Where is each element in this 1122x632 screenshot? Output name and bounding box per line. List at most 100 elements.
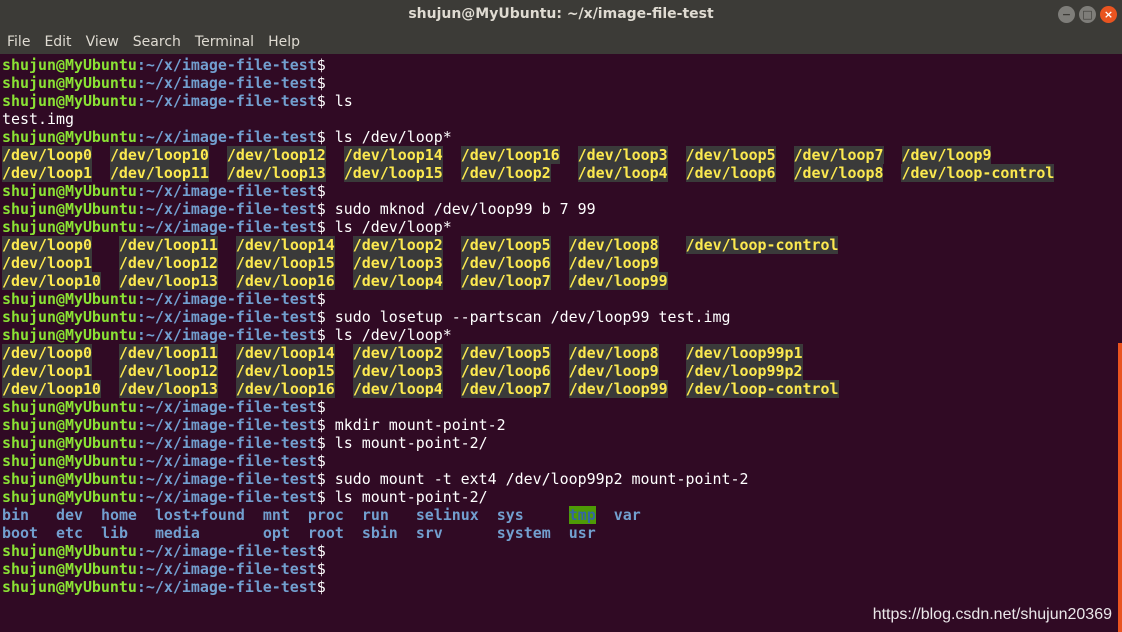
prompt-user: shujun@MyUbuntu: [2, 452, 137, 470]
prompt-line: shujun@MyUbuntu:~/x/image-file-test$ sud…: [2, 308, 1114, 326]
command-text: sudo mount -t ext4 /dev/loop99p2 mount-p…: [334, 470, 749, 488]
device-entry: /dev/loop1: [2, 362, 92, 380]
menu-help[interactable]: Help: [261, 30, 307, 54]
prompt-line: shujun@MyUbuntu:~/x/image-file-test$ sud…: [2, 470, 1114, 488]
device-entry: /dev/loop8: [793, 164, 884, 182]
menu-view[interactable]: View: [79, 30, 126, 54]
menu-edit[interactable]: Edit: [37, 30, 78, 54]
scrollbar[interactable]: [1118, 343, 1122, 632]
directory-entry: lib: [100, 524, 128, 542]
command-text: ls /dev/loop*: [334, 326, 452, 344]
directory-entry: mnt: [262, 506, 290, 524]
prompt-line: shujun@MyUbuntu:~/x/image-file-test$ ls …: [2, 326, 1114, 344]
directory-entry: var: [613, 506, 641, 524]
output-line: /dev/loop1 /dev/loop12 /dev/loop15 /dev/…: [2, 254, 1114, 272]
prompt-path: :~/x/image-file-test: [136, 434, 317, 452]
device-entry: /dev/loop11: [118, 344, 218, 362]
command-text: ls /dev/loop*: [334, 128, 452, 146]
prompt-line: shujun@MyUbuntu:~/x/image-file-test$ ls …: [2, 434, 1114, 452]
prompt-sign: $: [316, 398, 335, 416]
menu-bar: File Edit View Search Terminal Help: [0, 30, 1122, 54]
prompt-path: :~/x/image-file-test: [136, 452, 317, 470]
command-text: sudo mknod /dev/loop99 b 7 99: [334, 200, 596, 218]
device-entry: /dev/loop0: [2, 146, 92, 164]
device-entry: /dev/loop9: [568, 362, 659, 380]
prompt-sign: $: [316, 434, 335, 452]
directory-entry: sbin: [361, 524, 398, 542]
device-entry: /dev/loop11: [118, 236, 218, 254]
device-entry: /dev/loop16: [460, 146, 560, 164]
terminal-output[interactable]: shujun@MyUbuntu:~/x/image-file-test$ shu…: [2, 56, 1114, 632]
prompt-user: shujun@MyUbuntu: [2, 74, 137, 92]
maximize-button[interactable]: □: [1079, 6, 1096, 23]
device-entry: /dev/loop13: [226, 164, 326, 182]
minimize-button[interactable]: −: [1058, 6, 1075, 23]
directory-entry: boot: [2, 524, 38, 542]
output-line: /dev/loop0 /dev/loop10 /dev/loop12 /dev/…: [2, 146, 1114, 164]
device-entry: /dev/loop14: [235, 344, 335, 362]
prompt-user: shujun@MyUbuntu: [2, 182, 137, 200]
device-entry: /dev/loop0: [2, 344, 92, 362]
directory-entry: run: [361, 506, 389, 524]
device-entry: /dev/loop12: [118, 254, 218, 272]
prompt-path: :~/x/image-file-test: [136, 200, 317, 218]
prompt-sign: $: [316, 218, 335, 236]
prompt-line: shujun@MyUbuntu:~/x/image-file-test$ sud…: [2, 200, 1114, 218]
device-entry: /dev/loop0: [2, 236, 92, 254]
prompt-line: shujun@MyUbuntu:~/x/image-file-test$: [2, 542, 1114, 560]
directory-entry: srv: [415, 524, 443, 542]
prompt-sign: $: [316, 326, 335, 344]
prompt-sign: $: [316, 92, 335, 110]
prompt-line: shujun@MyUbuntu:~/x/image-file-test$ ls: [2, 92, 1114, 110]
command-text: ls mount-point-2/: [334, 434, 488, 452]
command-text: ls /dev/loop*: [334, 218, 452, 236]
prompt-path: :~/x/image-file-test: [136, 92, 317, 110]
prompt-line: shujun@MyUbuntu:~/x/image-file-test$: [2, 290, 1114, 308]
prompt-user: shujun@MyUbuntu: [2, 308, 137, 326]
prompt-path: :~/x/image-file-test: [136, 578, 317, 596]
device-entry: /dev/loop99: [568, 272, 668, 290]
command-text: sudo losetup --partscan /dev/loop99 test…: [334, 308, 731, 326]
command-text: mkdir mount-point-2: [334, 416, 506, 434]
prompt-line: shujun@MyUbuntu:~/x/image-file-test$ ls …: [2, 218, 1114, 236]
device-entry: /dev/loop-control: [685, 236, 839, 254]
menu-terminal[interactable]: Terminal: [188, 30, 261, 54]
prompt-user: shujun@MyUbuntu: [2, 128, 137, 146]
device-entry: /dev/loop4: [352, 272, 443, 290]
output-line: /dev/loop10 /dev/loop13 /dev/loop16 /dev…: [2, 272, 1114, 290]
device-entry: /dev/loop99p2: [685, 362, 803, 380]
prompt-line: shujun@MyUbuntu:~/x/image-file-test$: [2, 74, 1114, 92]
menu-search[interactable]: Search: [126, 30, 188, 54]
close-button[interactable]: ×: [1100, 6, 1117, 23]
command-text: ls: [334, 92, 353, 110]
menu-file[interactable]: File: [0, 30, 37, 54]
prompt-line: shujun@MyUbuntu:~/x/image-file-test$ mkd…: [2, 416, 1114, 434]
device-entry: /dev/loop2: [460, 164, 551, 182]
